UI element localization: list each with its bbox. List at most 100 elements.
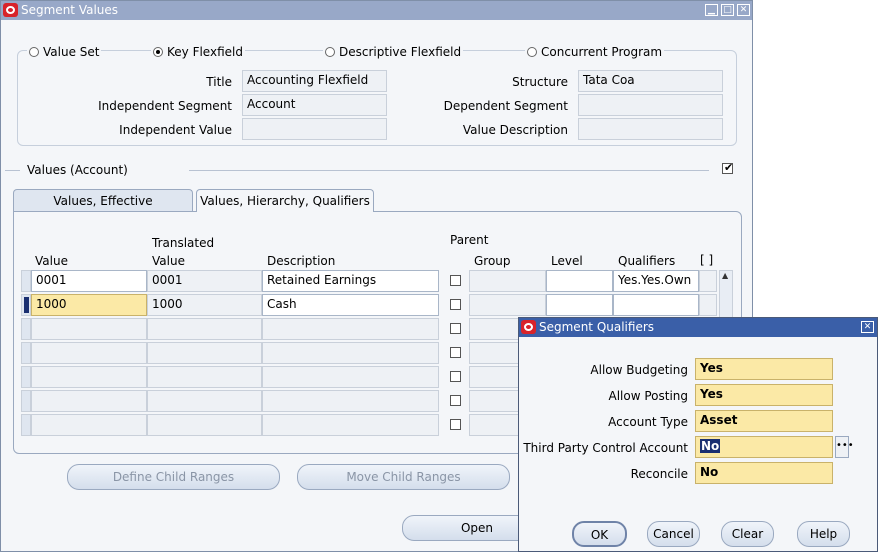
empty-cell[interactable]	[262, 318, 439, 340]
row-level-field[interactable]	[546, 294, 613, 316]
structure-field[interactable]: Tata Coa	[578, 70, 723, 92]
empty-cell[interactable]	[31, 366, 147, 388]
empty-cell[interactable]	[147, 390, 262, 412]
row-value-field[interactable]: 1000	[31, 294, 147, 316]
check-icon: ✔	[724, 161, 734, 174]
empty-cell[interactable]	[262, 414, 439, 436]
row-selector[interactable]	[21, 342, 31, 364]
empty-cell[interactable]	[262, 366, 439, 388]
radio-descriptive-flexfield[interactable]: Descriptive Flexfield	[323, 45, 464, 59]
row-qualifiers-field[interactable]: Yes.Yes.Own	[613, 270, 699, 292]
row-selector[interactable]	[21, 390, 31, 412]
value-description-field[interactable]	[578, 118, 723, 140]
parent-checkbox[interactable]	[450, 419, 461, 430]
empty-cell[interactable]	[147, 318, 262, 340]
help-button[interactable]: Help	[797, 521, 850, 547]
window-titlebar: Segment Values ▁ □ ✕	[1, 1, 752, 20]
tab-values-hierarchy-qualifiers[interactable]: Values, Hierarchy, Qualifiers	[196, 189, 374, 212]
parent-checkbox[interactable]	[450, 371, 461, 382]
radio-button[interactable]	[29, 47, 39, 57]
dialog-titlebar: Segment Qualifiers ✕	[519, 318, 877, 337]
reconcile-label: Reconcile	[630, 467, 688, 481]
ok-button[interactable]: OK	[572, 521, 627, 547]
row-value-field[interactable]: 0001	[31, 270, 147, 292]
radio-value-set[interactable]: Value Set	[27, 45, 102, 59]
third-party-control-label: Third Party Control Account	[523, 441, 688, 455]
independent-segment-field[interactable]: Account	[242, 94, 387, 116]
row-description-field[interactable]: Cash	[262, 294, 439, 316]
cancel-button[interactable]: Cancel	[647, 521, 700, 547]
col-group: Group	[474, 254, 511, 268]
radio-concurrent-program[interactable]: Concurrent Program	[525, 45, 665, 59]
row-selector[interactable]	[21, 366, 31, 388]
maximize-icon[interactable]: □	[721, 4, 734, 16]
allow-budgeting-label: Allow Budgeting	[590, 363, 688, 377]
row-extra-field[interactable]	[699, 270, 717, 292]
title-label: Title	[206, 75, 232, 89]
close-icon[interactable]: ✕	[737, 4, 750, 16]
value-description-label: Value Description	[462, 123, 568, 137]
dependent-segment-field[interactable]	[578, 94, 723, 116]
close-icon[interactable]: ✕	[861, 321, 874, 333]
parent-checkbox[interactable]	[450, 299, 461, 310]
parent-checkbox[interactable]	[450, 323, 461, 334]
parent-checkbox[interactable]	[450, 395, 461, 406]
list-of-values-button[interactable]: •••	[835, 436, 854, 458]
tab-values-effective[interactable]: Values, Effective	[13, 189, 193, 212]
minimize-icon[interactable]: ▁	[705, 4, 718, 16]
section-checkbox[interactable]: ✔	[722, 161, 734, 174]
allow-posting-label: Allow Posting	[608, 389, 688, 403]
row-selector[interactable]	[21, 294, 31, 316]
independent-segment-label: Independent Segment	[98, 99, 232, 113]
empty-cell[interactable]	[31, 414, 147, 436]
col-brackets: [ ]	[700, 253, 714, 267]
row-selector[interactable]	[21, 270, 31, 292]
col-description: Description	[267, 254, 336, 268]
account-type-label: Account Type	[608, 415, 688, 429]
vertical-scrollbar[interactable]: ▲	[719, 270, 733, 320]
empty-cell[interactable]	[147, 366, 262, 388]
empty-cell[interactable]	[147, 414, 262, 436]
divider	[189, 170, 709, 171]
row-selector[interactable]	[21, 318, 31, 340]
col-qualifiers: Qualifiers	[618, 254, 676, 268]
row-translated-field[interactable]: 0001	[147, 270, 262, 292]
radio-key-flexfield[interactable]: Key Flexfield	[151, 45, 245, 59]
structure-label: Structure	[512, 75, 568, 89]
allow-budgeting-field[interactable]: Yes	[695, 358, 833, 380]
empty-cell[interactable]	[262, 390, 439, 412]
radio-button[interactable]	[153, 47, 163, 57]
row-level-field[interactable]	[546, 270, 613, 292]
row-group-field[interactable]	[469, 270, 546, 292]
empty-cell[interactable]	[262, 342, 439, 364]
parent-checkbox[interactable]	[450, 347, 461, 358]
empty-cell[interactable]	[31, 318, 147, 340]
col-parent: Parent	[450, 233, 489, 247]
empty-cell[interactable]	[31, 342, 147, 364]
independent-value-field[interactable]	[242, 118, 387, 140]
radio-button[interactable]	[527, 47, 537, 57]
parent-checkbox[interactable]	[450, 275, 461, 286]
oracle-logo-icon	[521, 320, 536, 334]
allow-posting-field[interactable]: Yes	[695, 384, 833, 406]
row-translated-field[interactable]: 1000	[147, 294, 262, 316]
account-type-field[interactable]: Asset	[695, 410, 833, 432]
scroll-up-icon[interactable]: ▲	[722, 271, 728, 280]
col-translated-1: Translated	[152, 236, 215, 250]
move-child-ranges-button[interactable]: Move Child Ranges	[297, 464, 510, 490]
title-field[interactable]: Accounting Flexfield	[242, 70, 387, 92]
radio-button[interactable]	[325, 47, 335, 57]
reconcile-field[interactable]: No	[695, 462, 833, 484]
row-selector[interactable]	[21, 414, 31, 436]
clear-button[interactable]: Clear	[721, 521, 774, 547]
define-child-ranges-button[interactable]: Define Child Ranges	[67, 464, 280, 490]
row-description-field[interactable]: Retained Earnings	[262, 270, 439, 292]
empty-cell[interactable]	[147, 342, 262, 364]
divider	[5, 170, 20, 171]
row-extra-field[interactable]	[699, 294, 717, 316]
row-group-field[interactable]	[469, 294, 546, 316]
third-party-control-field[interactable]: No	[695, 436, 833, 458]
current-row-marker	[24, 297, 29, 313]
row-qualifiers-field[interactable]	[613, 294, 699, 316]
empty-cell[interactable]	[31, 390, 147, 412]
